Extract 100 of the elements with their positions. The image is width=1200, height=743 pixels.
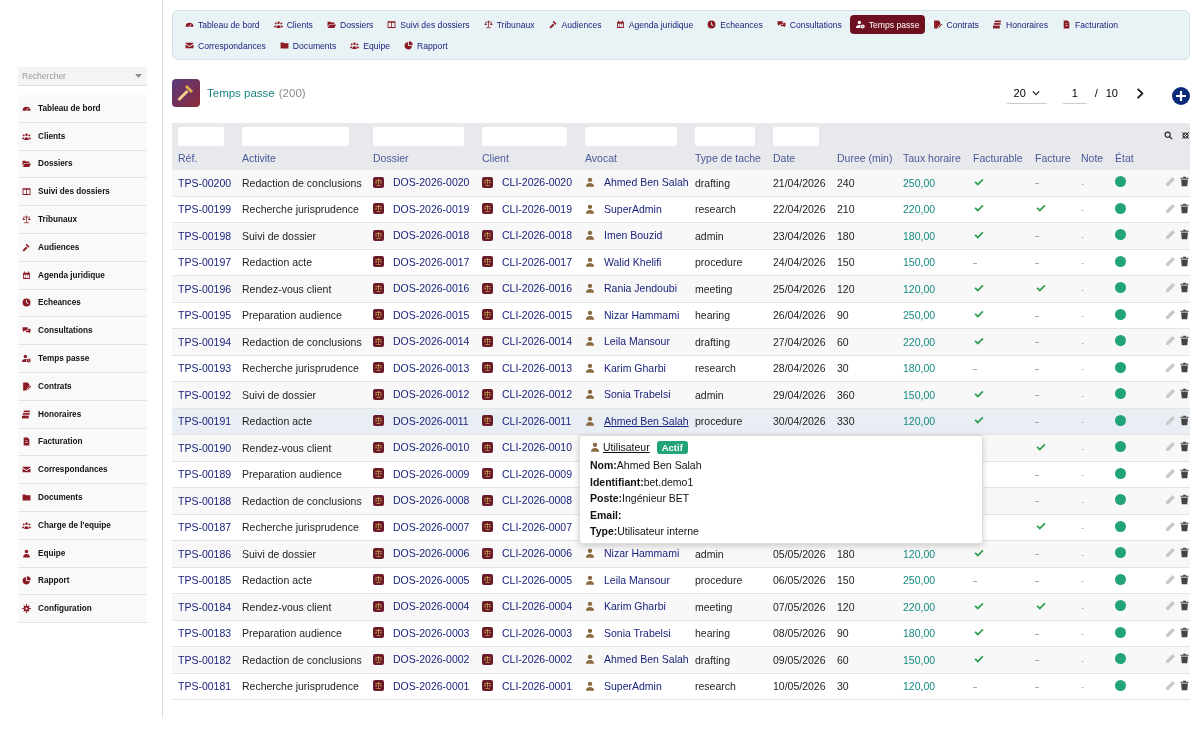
case-link[interactable]: DOS-2026-0003 (393, 626, 470, 639)
trash-icon[interactable] (1178, 335, 1190, 347)
column-header[interactable]: Date (767, 148, 831, 170)
reference-link[interactable]: TPS-00195 (178, 309, 232, 322)
add-icon[interactable] (1172, 87, 1190, 105)
column-header[interactable]: Réf. (172, 148, 236, 170)
reference-link[interactable]: TPS-00197 (178, 256, 232, 269)
next-page-icon[interactable] (1136, 87, 1144, 99)
lawyer-link[interactable]: Nizar Hammami (604, 308, 680, 321)
reference-link[interactable]: TPS-00189 (178, 468, 232, 481)
case-link[interactable]: DOS-2026-0015 (393, 308, 470, 321)
client-link[interactable]: CLI-2026-0017 (502, 255, 573, 268)
nav-tab[interactable]: Dossiers (320, 15, 380, 34)
nav-tab[interactable]: Temps passe (849, 15, 926, 34)
nav-tab[interactable]: Tribunaux (477, 15, 541, 34)
sidebar-item[interactable]: Tribunaux (18, 206, 147, 234)
nav-tab[interactable]: Documents (273, 36, 343, 55)
sidebar-item[interactable]: Equipe (18, 539, 147, 568)
column-header[interactable]: Type de tache (689, 148, 767, 170)
sidebar-item[interactable]: Suivi des dossiers (18, 178, 147, 207)
sidebar-item[interactable]: Correspondances (18, 456, 147, 485)
case-link[interactable]: DOS-2026-0007 (393, 520, 470, 533)
column-header[interactable]: Duree (min) (831, 148, 897, 170)
client-link[interactable]: CLI-2026-0003 (502, 626, 573, 639)
lawyer-link[interactable]: Leila Mansour (604, 573, 670, 586)
column-header[interactable]: Facture (1029, 148, 1075, 170)
sidebar-item[interactable]: Contrats (18, 372, 147, 401)
sidebar-item[interactable]: Charge de l'equipe (18, 511, 147, 540)
trash-icon[interactable] (1178, 441, 1190, 453)
trash-icon[interactable] (1178, 361, 1190, 373)
reference-link[interactable]: TPS-00185 (178, 574, 232, 587)
trash-icon[interactable] (1178, 520, 1190, 532)
sidebar-item[interactable]: Agenda juridique (18, 261, 147, 290)
lawyer-link[interactable]: Sonia Trabelsi (604, 626, 671, 639)
client-link[interactable]: CLI-2026-0007 (502, 520, 573, 533)
trash-icon[interactable] (1178, 176, 1190, 188)
client-link[interactable]: CLI-2026-0005 (502, 573, 573, 586)
nav-tab[interactable]: Correspondances (179, 36, 272, 55)
sidebar-item[interactable]: Consultations (18, 317, 147, 346)
nav-tab[interactable]: Rapport (398, 36, 454, 55)
page-size-select[interactable]: 20 (1006, 82, 1047, 104)
case-link[interactable]: DOS-2026-0017 (393, 255, 470, 268)
lawyer-link[interactable]: SuperAdmin (604, 679, 662, 692)
case-link[interactable]: DOS-2026-0019 (393, 202, 470, 215)
nav-tab[interactable]: Facturation (1055, 15, 1124, 34)
sidebar-item[interactable]: Documents (18, 484, 147, 512)
nav-tab[interactable]: Honoraires (986, 15, 1054, 34)
lawyer-link[interactable]: Walid Khelifi (604, 255, 662, 268)
column-header[interactable]: État (1109, 148, 1159, 170)
column-header[interactable]: Activite (236, 148, 367, 170)
trash-icon[interactable] (1178, 547, 1190, 559)
trash-icon[interactable] (1178, 229, 1190, 241)
client-link[interactable]: CLI-2026-0001 (502, 679, 573, 692)
client-link[interactable]: CLI-2026-0015 (502, 308, 573, 321)
trash-icon[interactable] (1178, 600, 1190, 612)
nav-tab[interactable]: Tableau de bord (179, 15, 266, 34)
nav-tab[interactable]: Equipe (344, 36, 397, 55)
nav-tab[interactable]: Audiences (542, 15, 608, 34)
trash-icon[interactable] (1178, 494, 1190, 506)
column-header[interactable]: Note (1075, 148, 1109, 170)
trash-icon[interactable] (1178, 467, 1190, 479)
reference-link[interactable]: TPS-00183 (178, 627, 232, 640)
reference-link[interactable]: TPS-00187 (178, 521, 232, 534)
nav-tab[interactable]: Consultations (770, 15, 848, 34)
trash-icon[interactable] (1178, 626, 1190, 638)
trash-icon[interactable] (1178, 202, 1190, 214)
trash-icon[interactable] (1178, 573, 1190, 585)
lawyer-link[interactable]: Karim Gharbi (604, 361, 666, 374)
column-header[interactable]: Client (476, 148, 579, 170)
nav-tab[interactable]: Echeances (701, 15, 769, 34)
sidebar-item[interactable]: Audiences (18, 234, 147, 262)
trash-icon[interactable] (1178, 388, 1190, 400)
sidebar-item[interactable]: Honoraires (18, 400, 147, 429)
lawyer-link[interactable]: SuperAdmin (604, 202, 662, 215)
sidebar-item[interactable]: Echeances (18, 289, 147, 318)
case-link[interactable]: DOS-2026-0005 (393, 573, 470, 586)
reference-link[interactable]: TPS-00199 (178, 203, 232, 216)
client-link[interactable]: CLI-2026-0013 (502, 361, 573, 374)
nav-tab[interactable]: Clients (267, 15, 319, 34)
clear-filter-icon[interactable] (1180, 130, 1190, 140)
nav-tab[interactable]: Contrats (927, 15, 985, 34)
column-header[interactable]: Dossier (367, 148, 476, 170)
trash-icon[interactable] (1178, 679, 1190, 691)
column-header[interactable]: Taux horaire (897, 148, 967, 170)
trash-icon[interactable] (1178, 255, 1190, 267)
trash-icon[interactable] (1178, 282, 1190, 294)
search-dropdown[interactable]: Rechercher (18, 67, 147, 86)
column-header[interactable]: Avocat (579, 148, 689, 170)
trash-icon[interactable] (1178, 414, 1190, 426)
sidebar-item[interactable]: Facturation (18, 428, 147, 457)
case-link[interactable]: DOS-2026-0013 (393, 361, 470, 374)
case-link[interactable]: DOS-2026-0001 (393, 679, 470, 692)
column-header[interactable]: Facturable (967, 148, 1029, 170)
nav-tab[interactable]: Agenda juridique (609, 15, 700, 34)
search-icon[interactable] (1164, 130, 1173, 140)
sidebar-item[interactable]: Configuration (18, 595, 147, 624)
sidebar-item[interactable]: Dossiers (18, 150, 147, 179)
sidebar-item[interactable]: Rapport (18, 567, 147, 596)
client-link[interactable]: CLI-2026-0009 (502, 467, 573, 480)
sidebar-item[interactable]: Clients (18, 122, 147, 151)
